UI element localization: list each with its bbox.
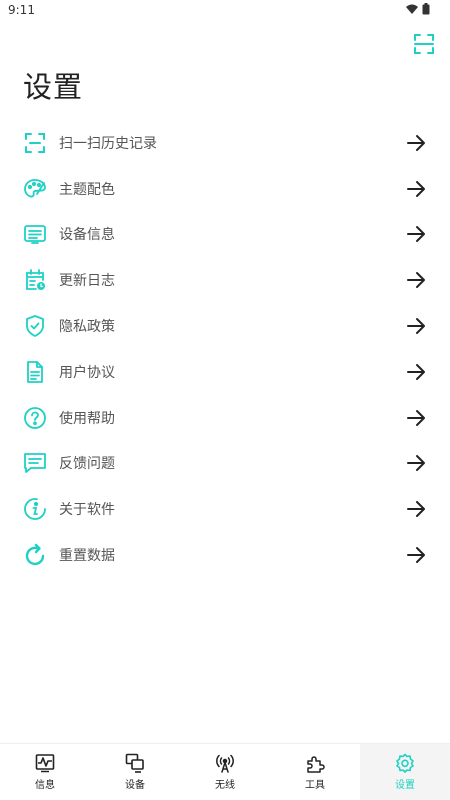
status-time: 9:11 [8, 3, 35, 17]
arrow-right-icon [407, 180, 425, 197]
menu-item-theme[interactable]: 主题配色 [0, 166, 450, 212]
info-icon [23, 497, 47, 521]
nav-label: 设备 [125, 780, 145, 791]
menu-item-privacy[interactable]: 隐私政策 [0, 303, 450, 349]
nav-label: 设置 [395, 780, 415, 791]
battery-icon [422, 3, 430, 15]
nav-label: 工具 [305, 780, 325, 791]
menu-item-device-info[interactable]: 设备信息 [0, 212, 450, 258]
scan-button[interactable] [410, 30, 438, 58]
arrow-right-icon [407, 455, 425, 472]
wifi-icon [406, 4, 418, 14]
menu-item-label: 扫一扫历史记录 [59, 135, 157, 152]
document-icon [23, 360, 47, 384]
activity-icon [35, 754, 55, 773]
menu-item-about[interactable]: 关于软件 [0, 486, 450, 532]
nav-label: 无线 [215, 780, 235, 791]
arrow-right-icon [407, 134, 425, 151]
status-icons [406, 3, 430, 15]
menu-item-label: 使用帮助 [59, 410, 115, 427]
refresh-icon [23, 543, 47, 567]
scan-icon [414, 34, 434, 54]
nav-label: 信息 [35, 780, 55, 791]
menu-item-scan-history[interactable]: 扫一扫历史记录 [0, 120, 450, 166]
antenna-icon [216, 754, 234, 773]
menu-item-label: 关于软件 [59, 502, 115, 519]
arrow-right-icon [407, 272, 425, 289]
arrow-right-icon [407, 363, 425, 380]
devices-icon [125, 753, 144, 773]
nav-item-wireless[interactable]: 无线 [180, 744, 270, 800]
scan-history-icon [23, 131, 47, 155]
menu-item-label: 反馈问题 [59, 456, 115, 473]
menu-item-label: 主题配色 [59, 181, 115, 198]
help-icon [23, 406, 47, 430]
menu-item-label: 隐私政策 [59, 319, 115, 336]
settings-menu: 扫一扫历史记录 主题配色 设备信息 更新日志 隐私政策 用户协议 使用帮助 反馈… [0, 120, 450, 578]
menu-item-label: 更新日志 [59, 273, 115, 290]
device-info-icon [23, 222, 47, 246]
menu-item-label: 设备信息 [59, 227, 115, 244]
arrow-right-icon [407, 409, 425, 426]
menu-item-help[interactable]: 使用帮助 [0, 395, 450, 441]
arrow-right-icon [407, 547, 425, 564]
arrow-right-icon [407, 226, 425, 243]
arrow-right-icon [407, 318, 425, 335]
shield-check-icon [23, 314, 47, 338]
palette-icon [23, 177, 47, 201]
menu-item-label: 重置数据 [59, 548, 115, 565]
menu-item-changelog[interactable]: 更新日志 [0, 257, 450, 303]
settings-icon [396, 753, 414, 773]
menu-item-user-agreement[interactable]: 用户协议 [0, 349, 450, 395]
nav-item-devices[interactable]: 设备 [90, 744, 180, 800]
menu-item-reset-data[interactable]: 重置数据 [0, 532, 450, 578]
puzzle-icon [307, 756, 325, 773]
feedback-icon [23, 451, 47, 475]
nav-item-tools[interactable]: 工具 [270, 744, 360, 800]
page-title: 设置 [23, 70, 84, 104]
bottom-nav: 信息 设备 无线 工具 设置 [0, 743, 450, 800]
calendar-log-icon [23, 268, 47, 292]
arrow-right-icon [407, 501, 425, 518]
menu-item-feedback[interactable]: 反馈问题 [0, 441, 450, 487]
menu-item-label: 用户协议 [59, 364, 115, 381]
nav-item-info[interactable]: 信息 [0, 744, 90, 800]
status-bar: 9:11 [0, 0, 450, 22]
nav-item-settings[interactable]: 设置 [360, 744, 450, 800]
